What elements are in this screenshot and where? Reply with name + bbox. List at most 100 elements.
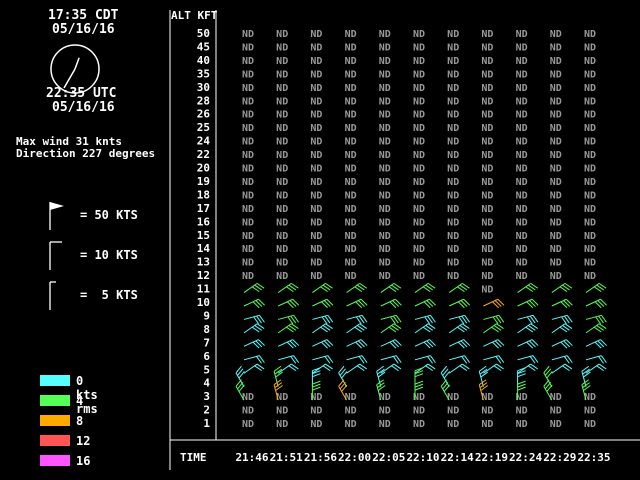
nd-cell: ND (584, 217, 596, 228)
nd-cell: ND (310, 244, 322, 255)
nd-cell: ND (413, 177, 425, 188)
nd-cell: ND (550, 137, 562, 148)
nd-cell: ND (447, 164, 459, 175)
nd-cell: ND (276, 123, 288, 134)
wind-barb-icon (346, 323, 368, 334)
nd-cell: ND (447, 244, 459, 255)
altitude-label-13: 13 (197, 256, 210, 269)
nd-cell: ND (447, 204, 459, 215)
nd-cell: ND (481, 164, 493, 175)
nd-cell: ND (345, 392, 357, 403)
wind-barb-icon (243, 339, 265, 349)
wind-barb-icon (448, 298, 471, 309)
nd-cell: ND (310, 83, 322, 94)
nd-cell: ND (550, 29, 562, 40)
nd-cell: ND (310, 271, 322, 282)
nd-cell: ND (481, 244, 493, 255)
nd-cell: ND (413, 137, 425, 148)
altitude-label-35: 35 (197, 67, 210, 80)
nd-cell: ND (550, 83, 562, 94)
nd-cell: ND (242, 29, 254, 40)
nd-cell: ND (550, 217, 562, 228)
nd-cell: ND (310, 419, 322, 430)
nd-cell: ND (447, 56, 459, 67)
nd-cell: ND (584, 419, 596, 430)
wind-barb-icon (312, 363, 333, 374)
nd-cell: ND (345, 177, 357, 188)
wind-barb-icon (346, 298, 368, 309)
time-label-2200: 22:00 (338, 451, 371, 464)
nd-cell: ND (481, 137, 493, 148)
wind-barb-icon (448, 282, 470, 293)
nd-cell: ND (276, 56, 288, 67)
wind-barb-icon (440, 365, 451, 387)
nd-cell: ND (516, 83, 528, 94)
nd-cell: ND (550, 177, 562, 188)
nd-cell: ND (481, 150, 493, 161)
nd-cell: ND (584, 110, 596, 121)
nd-cell: ND (550, 56, 562, 67)
wind-barb-icon (448, 363, 470, 374)
time-labels: 21:46 21:51 21:56 22:00 22:05 22:10 22:14 22:19… (235, 451, 610, 464)
nd-cell: ND (310, 110, 322, 121)
nd-cell: ND (310, 69, 322, 80)
wind-barb-icon (346, 363, 368, 374)
nd-cell: ND (550, 150, 562, 161)
nd-cell: ND (242, 137, 254, 148)
wind-barb-icon (414, 323, 436, 334)
altitude-label-8: 8 (203, 323, 210, 336)
nd-cell: ND (242, 123, 254, 134)
nd-cell: ND (516, 56, 528, 67)
altitude-label-19: 19 (197, 175, 210, 188)
nd-cell: ND (276, 150, 288, 161)
nd-cell: ND (310, 406, 322, 417)
nd-cell: ND (310, 150, 322, 161)
time-label-2219: 22:19 (475, 451, 508, 464)
altitude-label-12: 12 (197, 269, 210, 282)
nd-cell: ND (310, 137, 322, 148)
nd-cell: ND (447, 69, 459, 80)
altitude-label-10: 10 (197, 296, 210, 309)
altitude-label-3: 3 (203, 390, 210, 403)
altitude-label-9: 9 (203, 309, 210, 322)
nd-cell: ND (516, 190, 528, 201)
wind-barb-icon (312, 298, 334, 309)
nd-cell: ND (447, 150, 459, 161)
nd-cell: ND (550, 190, 562, 201)
nd-cell: ND (481, 271, 493, 282)
nd-cell: ND (481, 42, 493, 53)
wind-barb-icon (380, 323, 402, 334)
nd-cell: ND (447, 83, 459, 94)
nd-cell: ND (345, 406, 357, 417)
nd-cell: ND (310, 217, 322, 228)
nd-cell: ND (242, 231, 254, 242)
nd-cell: ND (379, 96, 391, 107)
nd-cell: ND (481, 83, 493, 94)
nd-cell: ND (550, 69, 562, 80)
nd-cell: ND (516, 150, 528, 161)
nd-cell: ND (584, 56, 596, 67)
nd-cell: ND (550, 271, 562, 282)
nd-cell: ND (242, 164, 254, 175)
wind-barb-icon (585, 282, 607, 293)
wind-barb-icon (312, 339, 334, 349)
time-header: TIME (180, 451, 207, 464)
nd-cell: ND (379, 271, 391, 282)
wind-barb-icon (277, 298, 300, 309)
nd-cell: ND (584, 42, 596, 53)
nd-cell: ND (413, 123, 425, 134)
nd-cell: ND (242, 271, 254, 282)
nd-cell: ND (481, 217, 493, 228)
altitude-label-50: 50 (197, 27, 210, 40)
nd-cell: ND (345, 231, 357, 242)
nd-cell: ND (276, 419, 288, 430)
nd-cell: ND (550, 244, 562, 255)
nd-cell: ND (447, 392, 459, 403)
wind-barb-icon (585, 339, 607, 349)
time-label-2151: 21:51 (270, 451, 303, 464)
wind-barb-icon (517, 282, 539, 293)
altitude-label-22: 22 (197, 148, 210, 161)
nd-cell: ND (516, 29, 528, 40)
wind-barb-icon (483, 323, 504, 334)
altitude-label-17: 17 (197, 202, 210, 215)
